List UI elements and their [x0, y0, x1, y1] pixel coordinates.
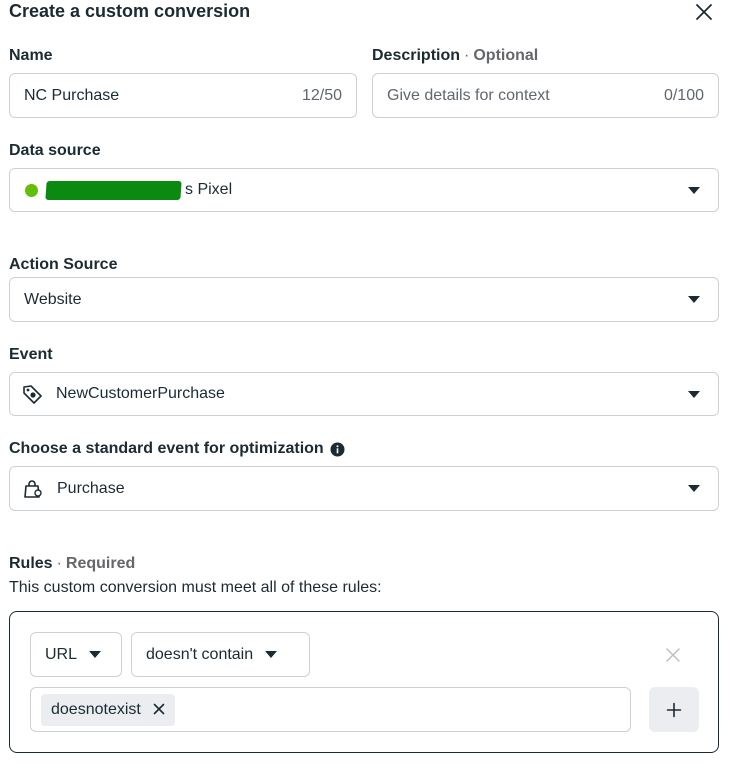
data-source-select[interactable]: s Pixel [9, 168, 719, 212]
chevron-down-icon [688, 390, 700, 398]
dialog-title: Create a custom conversion [9, 1, 251, 21]
close-icon [666, 648, 680, 662]
chevron-down-icon [688, 485, 700, 492]
standard-event-label: Choose a standard event for optimization [9, 439, 345, 459]
name-label: Name [9, 47, 53, 64]
standard-event-value: Purchase [57, 479, 125, 497]
plus-icon [666, 702, 682, 717]
description-input[interactable]: Give details for context 0/100 [372, 73, 719, 118]
token-label: doesnotexist [51, 700, 141, 718]
value-token: doesnotexist [41, 693, 175, 726]
tag-icon [22, 384, 44, 404]
rules-box: URL doesn't contain doesnotexist [9, 611, 719, 753]
rule-field-select[interactable]: URL [30, 632, 122, 677]
rule-operator-value: doesn't contain [146, 645, 254, 663]
standard-event-select[interactable]: Purchase [9, 466, 719, 511]
data-source-label: Data source [9, 142, 101, 159]
add-value-button[interactable] [649, 687, 699, 732]
name-value: NC Purchase [24, 86, 120, 104]
action-source-value: Website [24, 290, 82, 308]
status-dot [25, 183, 38, 197]
rules-description: This custom conversion must meet all of … [9, 579, 382, 596]
remove-rule-button[interactable] [662, 644, 684, 666]
event-value: NewCustomerPurchase [56, 385, 225, 402]
event-label: Event [9, 346, 53, 363]
info-icon[interactable] [330, 442, 345, 457]
description-label: Description · Optional [372, 47, 539, 64]
name-input[interactable]: NC Purchase 12/50 [9, 73, 357, 118]
chevron-down-icon [265, 651, 278, 658]
chevron-down-icon [89, 651, 102, 658]
description-placeholder: Give details for context [387, 86, 550, 104]
chevron-down-icon [688, 186, 700, 194]
data-source-value: s Pixel [185, 181, 233, 198]
name-counter: 12/50 [301, 86, 342, 104]
rule-operator-select[interactable]: doesn't contain [131, 632, 310, 677]
chevron-down-icon [688, 296, 700, 303]
event-select[interactable]: NewCustomerPurchase [9, 372, 719, 416]
rules-label: Rules · Required [9, 555, 136, 572]
shopping-bag-icon [23, 479, 43, 499]
action-source-select[interactable]: Website [9, 277, 719, 322]
description-counter: 0/100 [663, 86, 704, 104]
close-button[interactable] [690, 0, 718, 24]
close-icon [696, 4, 712, 20]
action-source-label: Action Source [9, 256, 118, 273]
rule-value-input[interactable]: doesnotexist [30, 687, 631, 732]
remove-token-icon[interactable] [153, 699, 165, 720]
redacted-pixel-name [45, 180, 182, 200]
rule-field-value: URL [45, 645, 78, 663]
